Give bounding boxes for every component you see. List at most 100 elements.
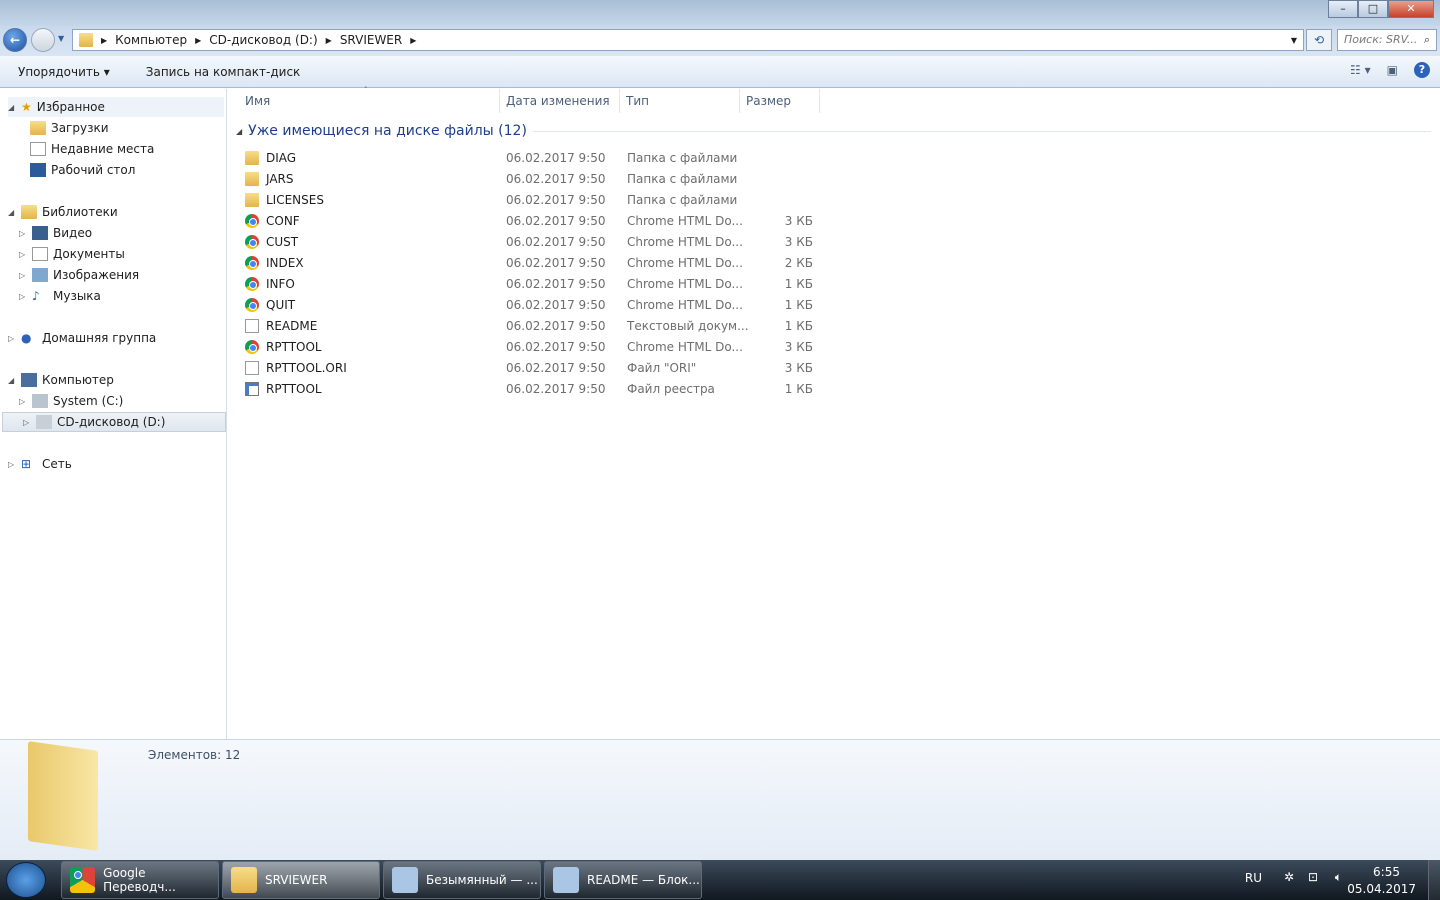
network-icon: ⊞ <box>21 457 32 471</box>
file-name: RPTTOOL.ORI <box>266 360 347 375</box>
nav-label: CD-дисковод (D:) <box>57 415 166 429</box>
chevron-right-icon[interactable]: ▶ <box>326 36 332 45</box>
file-size: 3 КБ <box>784 234 813 249</box>
file-row[interactable]: DIAG 06.02.2017 9:50 Папка с файлами <box>245 147 813 168</box>
reg-icon <box>245 381 259 396</box>
file-type: Папка с файлами <box>627 192 738 207</box>
nav-music[interactable]: ▷ ♪ Музыка <box>19 286 101 306</box>
file-name: QUIT <box>266 297 296 312</box>
file-type: Chrome HTML Do... <box>627 276 743 291</box>
volume-icon[interactable]: 🔈︎ <box>1335 870 1342 885</box>
chevron-right-icon[interactable]: ▶ <box>195 36 201 45</box>
recent-pages-dropdown[interactable]: ▼ <box>58 34 64 43</box>
nav-libraries[interactable]: ◢ Библиотеки <box>8 202 118 222</box>
nav-favorites[interactable]: ◢ ★ Избранное <box>8 97 224 117</box>
file-size: 3 КБ <box>784 213 813 228</box>
collapse-icon: ◢ <box>236 126 243 136</box>
chrome-icon <box>245 213 259 228</box>
file-size: 1 КБ <box>784 276 813 291</box>
file-name: INDEX <box>266 255 304 270</box>
tray-app-icon[interactable]: ✲ <box>1284 870 1294 884</box>
nav-images[interactable]: ▷ Изображения <box>19 265 139 285</box>
file-date: 06.02.2017 9:50 <box>506 339 606 354</box>
clock-date[interactable]: 05.04.2017 <box>1347 882 1416 896</box>
search-input[interactable]: Поиск: SRV... ⌕ <box>1337 29 1437 51</box>
nav-recent[interactable]: Недавние места <box>30 139 154 159</box>
nav-desktop[interactable]: Рабочий стол <box>30 160 135 180</box>
nav-documents[interactable]: ▷ Документы <box>19 244 125 264</box>
file-row[interactable]: JARS 06.02.2017 9:50 Папка с файлами <box>245 168 813 189</box>
nav-downloads[interactable]: Загрузки <box>30 118 109 138</box>
taskbar-label: SRVIEWER <box>265 873 328 887</box>
breadcrumb-computer[interactable]: Компьютер <box>115 33 187 47</box>
minimize-button[interactable]: – <box>1328 0 1358 18</box>
breadcrumb-srviewer[interactable]: SRVIEWER <box>340 33 402 47</box>
file-name: CONF <box>266 213 300 228</box>
file-row[interactable]: CUST 06.02.2017 9:50 Chrome HTML Do... 3… <box>245 231 813 252</box>
view-options-icon[interactable]: ☷ ▾ <box>1350 63 1371 77</box>
star-icon: ★ <box>21 100 32 114</box>
breadcrumb-cd-drive[interactable]: CD-дисковод (D:) <box>209 33 317 47</box>
clock-time[interactable]: 6:55 <box>1373 865 1400 879</box>
file-row[interactable]: INFO 06.02.2017 9:50 Chrome HTML Do... 1… <box>245 273 813 294</box>
file-row[interactable]: QUIT 06.02.2017 9:50 Chrome HTML Do... 1… <box>245 294 813 315</box>
file-type: Текстовый докум... <box>627 318 749 333</box>
network-tray-icon[interactable]: ⊡ <box>1308 870 1318 884</box>
chrome-icon <box>245 339 259 354</box>
group-header[interactable]: ◢ Уже имеющиеся на диске файлы (12) <box>236 123 1431 139</box>
nav-label: Компьютер <box>42 373 114 387</box>
address-dropdown[interactable]: ▼ <box>1291 36 1297 45</box>
file-name: CUST <box>266 234 299 249</box>
column-date[interactable]: Дата изменения <box>500 89 620 113</box>
file-type: Папка с файлами <box>627 171 738 186</box>
file-type: Chrome HTML Do... <box>627 297 743 312</box>
file-name: LICENSES <box>266 192 324 207</box>
file-row[interactable]: LICENSES 06.02.2017 9:50 Папка с файлами <box>245 189 813 210</box>
column-name[interactable]: Имя ˄ <box>228 86 500 113</box>
close-button[interactable]: ✕ <box>1388 0 1434 18</box>
column-label: Имя <box>245 94 271 108</box>
organize-button[interactable]: Упорядочить ▾ <box>0 65 128 79</box>
chevron-right-icon[interactable]: ▶ <box>410 36 416 45</box>
taskbar-paint[interactable]: Безымянный — ... <box>383 861 541 899</box>
nav-system-c[interactable]: ▷ System (C:) <box>19 391 123 411</box>
nav-video[interactable]: ▷ Видео <box>19 223 92 243</box>
folder-icon <box>245 150 259 165</box>
nav-network[interactable]: ▷ ⊞ Сеть <box>8 454 72 474</box>
column-size[interactable]: Размер <box>740 89 820 113</box>
sort-ascending-icon: ˄ <box>364 86 368 94</box>
images-icon <box>32 268 48 282</box>
chrome-icon <box>245 276 259 291</box>
file-row[interactable]: RPTTOOL.ORI 06.02.2017 9:50 Файл "ORI" 3… <box>245 357 813 378</box>
taskbar-explorer[interactable]: SRVIEWER <box>222 861 380 899</box>
file-row[interactable]: INDEX 06.02.2017 9:50 Chrome HTML Do... … <box>245 252 813 273</box>
taskbar-notepad[interactable]: README — Блок... <box>544 861 702 899</box>
back-button[interactable]: ← <box>3 28 27 52</box>
chevron-right-icon[interactable]: ▶ <box>101 36 107 45</box>
nav-cd-drive[interactable]: ▷ CD-дисковод (D:) <box>2 412 226 432</box>
txt-icon <box>245 360 259 375</box>
file-row[interactable]: CONF 06.02.2017 9:50 Chrome HTML Do... 3… <box>245 210 813 231</box>
language-indicator[interactable]: RU <box>1245 871 1262 885</box>
help-icon[interactable]: ? <box>1414 62 1430 78</box>
start-button[interactable] <box>6 862 46 898</box>
column-type[interactable]: Тип <box>620 89 740 113</box>
show-desktop-button[interactable] <box>1428 860 1440 900</box>
file-type: Chrome HTML Do... <box>627 339 743 354</box>
file-size: 1 КБ <box>784 381 813 396</box>
nav-label: Библиотеки <box>42 205 118 219</box>
address-bar[interactable]: ▶ Компьютер ▶ CD-дисковод (D:) ▶ SRVIEWE… <box>72 29 1304 51</box>
nav-computer[interactable]: ◢ Компьютер <box>8 370 114 390</box>
drive-icon <box>32 394 48 408</box>
file-row[interactable]: RPTTOOL 06.02.2017 9:50 Chrome HTML Do..… <box>245 336 813 357</box>
preview-pane-icon[interactable]: ▣ <box>1387 63 1398 77</box>
forward-button[interactable] <box>31 28 55 52</box>
file-row[interactable]: RPTTOOL 06.02.2017 9:50 Файл реестра 1 К… <box>245 378 813 399</box>
maximize-button[interactable]: □ <box>1358 0 1388 18</box>
nav-homegroup[interactable]: ▷ ● Домашняя группа <box>8 328 156 348</box>
taskbar-chrome[interactable]: Google Переводч... <box>61 861 219 899</box>
burn-button[interactable]: Запись на компакт-диск <box>128 65 319 79</box>
refresh-button[interactable]: ⟲ <box>1306 29 1332 51</box>
file-row[interactable]: README 06.02.2017 9:50 Текстовый докум..… <box>245 315 813 336</box>
nav-label: Избранное <box>36 100 105 114</box>
